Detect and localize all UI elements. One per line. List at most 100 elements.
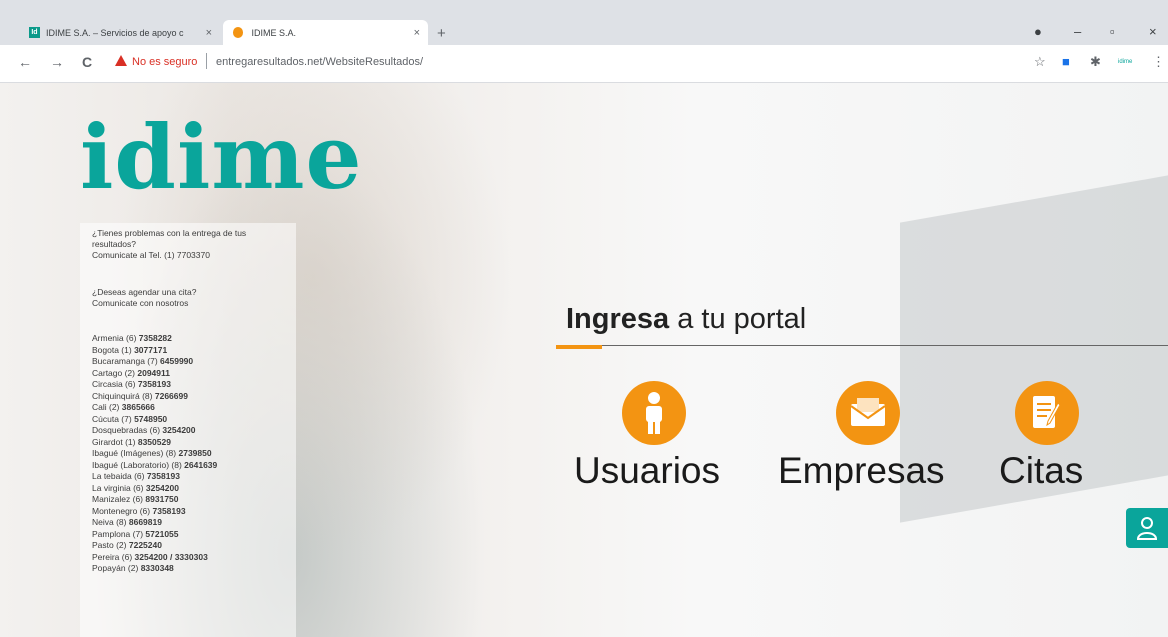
translate-extension-icon[interactable]: ■: [1062, 54, 1070, 69]
city-phone-item: Dosquebradas (6) 3254200: [92, 425, 217, 437]
extensions-puzzle-icon[interactable]: ✱: [1090, 54, 1101, 70]
security-status[interactable]: No es seguro: [132, 56, 197, 68]
close-icon[interactable]: ×: [206, 27, 212, 39]
city-phone: 7266699: [154, 390, 188, 401]
envelope-icon: [850, 398, 886, 426]
maximize-button[interactable]: ▫: [1110, 24, 1115, 39]
city-phone: 7358193: [146, 471, 180, 481]
new-tab-button[interactable]: +: [437, 25, 446, 42]
forward-button[interactable]: →: [50, 54, 64, 70]
tab-title: IDIME S.A. – Servicios de apoyo c: [45, 27, 184, 38]
empresas-button[interactable]: [836, 381, 900, 445]
city-phone: 2641639: [184, 459, 218, 470]
idime-favicon-icon: Id: [29, 27, 40, 38]
city-phone: 8350529: [137, 436, 171, 447]
city-phone-item: Ibagué (Imágenes) (8) 2739850: [92, 448, 217, 460]
city-phone-item: Neiva (8) 8669819: [92, 517, 217, 529]
city-name: Manizalez (6): [92, 494, 144, 504]
clipboard-edit-icon: [1033, 396, 1061, 428]
city-phone: 7358282: [138, 333, 172, 343]
portal-heading-rest: a tu portal: [669, 303, 807, 335]
city-name: Dosquebradas (6): [92, 425, 161, 435]
city-phone-item: Montenegro (6) 7358193: [92, 506, 217, 518]
tab-title: IDIME S.A.: [251, 27, 296, 38]
problem-text: ¿Tienes problemas con la entrega de tus …: [92, 228, 247, 249]
city-phone-item: La virginia (6) 3254200: [92, 483, 217, 495]
empresas-label[interactable]: Empresas: [778, 450, 945, 492]
city-name: Cúcuta (7): [92, 413, 132, 424]
city-phone: 2094911: [137, 367, 170, 378]
city-phone-item: Ibagué (Laboratorio) (8) 2641639: [92, 460, 217, 472]
city-name: Ibagué (Laboratorio) (8): [92, 459, 182, 470]
city-name: Armenia (6): [92, 333, 137, 343]
city-name: La tebaida (6): [92, 471, 145, 481]
divider: [556, 345, 1168, 346]
city-phone: 2739850: [178, 448, 212, 458]
city-name: Pamplona (7): [92, 528, 144, 539]
portal-heading: Ingresa a tu portal: [566, 303, 806, 336]
city-phone: 7358193: [152, 505, 186, 516]
city-phone: 8669819: [128, 517, 162, 527]
url-input[interactable]: entregaresultados.net/WebsiteResultados/: [216, 56, 423, 68]
portal-heading-bold: Ingresa: [566, 303, 670, 335]
floating-user-button[interactable]: [1126, 508, 1168, 548]
city-name: Pasto (2): [92, 540, 127, 550]
city-name: Cartago (2): [92, 367, 135, 378]
citas-button[interactable]: [1015, 381, 1079, 445]
idime-extension-icon[interactable]: idime: [1118, 59, 1132, 65]
menu-icon[interactable]: ⋮: [1152, 54, 1165, 70]
city-name: Pereira (6): [92, 551, 133, 562]
city-phone: 5748950: [134, 413, 168, 424]
back-button[interactable]: ←: [18, 54, 32, 70]
city-phone: 7225240: [128, 540, 162, 550]
city-name: La virginia (6): [92, 482, 144, 493]
divider-accent: [556, 345, 602, 349]
city-name: Girardot (1): [92, 436, 136, 447]
city-phone-item: Popayán (2) 8330348: [92, 563, 217, 575]
city-phone-item: Pereira (6) 3254200 / 3330303: [92, 552, 217, 564]
city-phone-item: Manizalez (6) 8931750: [92, 494, 217, 506]
user-outline-icon: [1136, 517, 1158, 540]
profile-icon[interactable]: ●: [1034, 24, 1042, 39]
city-phone-item: Cali (2) 3865666: [92, 402, 217, 414]
city-phone: 8931750: [145, 494, 179, 504]
city-phone: 3077171: [134, 344, 168, 355]
city-name: Montenegro (6): [92, 505, 151, 516]
window-close-button[interactable]: ×: [1149, 24, 1157, 39]
city-phone-item: Cartago (2) 2094911: [92, 368, 217, 380]
city-phone-list: Armenia (6) 7358282 Bogota (1) 3077171 Buc…: [92, 333, 217, 575]
city-phone-item: Armenia (6) 7358282: [92, 333, 217, 345]
idime-orange-favicon-icon: [233, 27, 244, 38]
star-icon[interactable]: ☆: [1034, 54, 1046, 70]
city-name: Ibagué (Imágenes) (8): [92, 448, 177, 458]
city-name: Neiva (8): [92, 517, 127, 527]
usuarios-label[interactable]: Usuarios: [574, 450, 720, 492]
city-phone: 3254200: [145, 482, 179, 493]
city-name: Circasia (6): [92, 379, 136, 389]
tab-idime-services[interactable]: Id IDIME S.A. – Servicios de apoyo c ×: [25, 20, 220, 45]
city-phone: 6459990: [160, 356, 194, 366]
city-phone-item: Bucaramanga (7) 6459990: [92, 356, 217, 368]
minimize-button[interactable]: –: [1074, 24, 1081, 39]
problem-contact: Comunicate al Tel. (1) 7703370: [92, 250, 210, 260]
citas-label[interactable]: Citas: [999, 450, 1083, 492]
city-phone-item: Pasto (2) 7225240: [92, 540, 217, 552]
url-separator: [206, 53, 207, 69]
city-phone-item: Cúcuta (7) 5748950: [92, 414, 217, 426]
city-phone-item: La tebaida (6) 7358193: [92, 471, 217, 483]
reload-button[interactable]: C: [82, 54, 92, 70]
city-phone: 3865666: [121, 402, 155, 412]
city-phone-item: Circasia (6) 7358193: [92, 379, 217, 391]
tab-idime[interactable]: IDIME S.A. ×: [223, 20, 428, 45]
warning-icon[interactable]: [115, 55, 127, 66]
problem-info: ¿Tienes problemas con la entrega de tus …: [92, 228, 292, 261]
close-icon[interactable]: ×: [414, 27, 420, 39]
city-phone-item: Bogota (1) 3077171: [92, 345, 217, 357]
city-phone: 5721055: [145, 528, 179, 539]
usuarios-button[interactable]: [622, 381, 686, 445]
city-phone-item: Girardot (1) 8350529: [92, 437, 217, 449]
page-content: idime ¿Tienes problemas con la entrega d…: [0, 83, 1168, 637]
city-name: Bucaramanga (7): [92, 356, 158, 366]
city-name: Popayán (2): [92, 563, 139, 573]
city-phone: 8330348: [140, 563, 174, 573]
